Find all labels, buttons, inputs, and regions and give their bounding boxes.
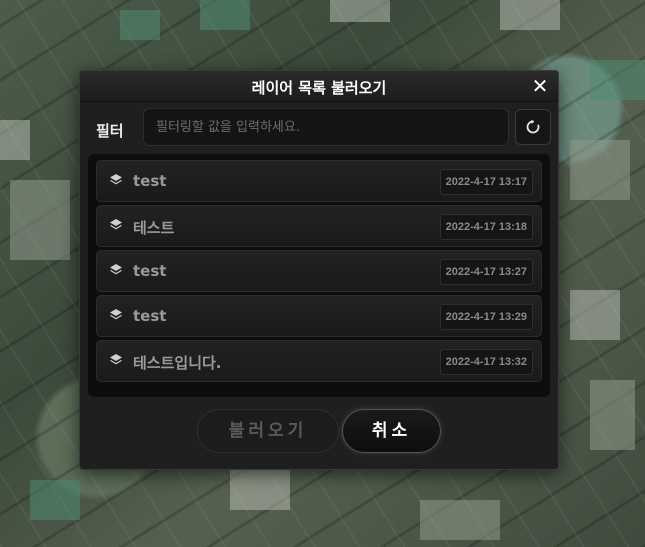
layers-icon [110,174,122,185]
layer-date: 2022-4-17 13:18 [439,214,533,240]
layers-icon [110,219,122,230]
dialog-title: 레이어 목록 불러오기 [251,79,387,97]
refresh-button[interactable] [515,109,551,145]
layers-icon [110,354,122,365]
layer-row[interactable]: test 2022-4-17 13:27 [96,250,542,292]
cancel-button[interactable]: 취소 [342,409,441,453]
layer-date: 2022-4-17 13:27 [439,259,533,285]
layer-name: 테스트 [133,219,175,237]
close-icon: ✕ [531,74,549,98]
layer-date: 2022-4-17 13:29 [439,304,533,330]
layer-row[interactable]: test 2022-4-17 13:17 [96,160,542,202]
filter-label: 필터 [96,122,124,140]
layer-name: test [133,307,167,325]
layer-name: test [133,172,167,190]
layers-icon [110,309,122,320]
refresh-icon [526,119,540,134]
layer-row[interactable]: 테스트 2022-4-17 13:18 [96,205,542,247]
dialog-titlebar: 레이어 목록 불러오기 ✕ [80,71,558,102]
layer-date: 2022-4-17 13:32 [439,349,533,375]
close-button[interactable]: ✕ [528,74,552,98]
layer-list[interactable]: test 2022-4-17 13:17 테스트 2022-4-17 13:18… [88,154,550,397]
layer-name: 테스트입니다. [133,354,222,372]
layer-date: 2022-4-17 13:17 [439,169,533,195]
filter-input[interactable] [143,108,509,146]
load-button[interactable]: 불러오기 [197,409,339,453]
layer-row[interactable]: test 2022-4-17 13:29 [96,295,542,337]
layer-row[interactable]: 테스트입니다. 2022-4-17 13:32 [96,340,542,382]
layer-list-dialog: 레이어 목록 불러오기 ✕ 필터 test 2022-4-17 13:17 테스… [79,70,559,470]
layers-icon [110,264,122,275]
layer-name: test [133,262,167,280]
